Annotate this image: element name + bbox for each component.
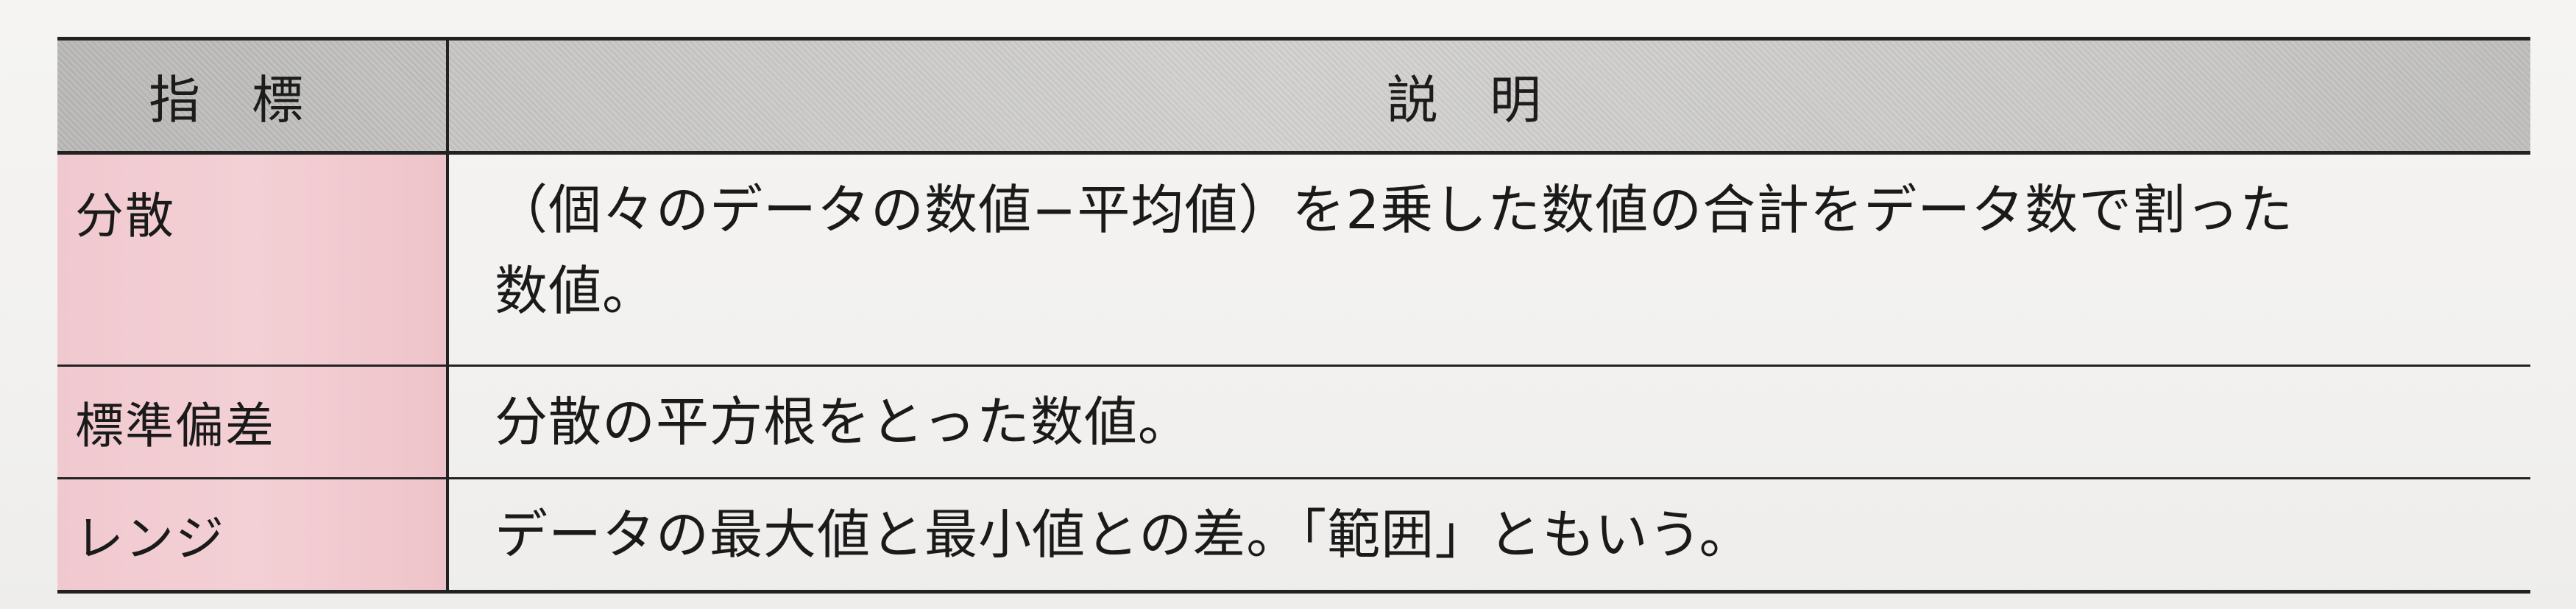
description-range: データの最大値と最小値との差。「範囲」ともいう。 [447,478,2530,594]
table-row: 分散 （個々のデータの数値−平均値）を2乗した数値の合計をデータ数で割った 数値… [57,152,2530,367]
term-standard-deviation: 標準偏差 [57,365,449,479]
description-line: 数値。 [495,260,657,322]
table-row: 標準偏差 分散の平方根をとった数値。 [57,365,2530,479]
table-header-row: 指標 説明 [57,37,2530,155]
table-row: レンジ データの最大値と最小値との差。「範囲」ともいう。 [57,478,2530,594]
description-line: （個々のデータの数値−平均値）を2乗した数値の合計をデータ数で割った [495,179,2294,241]
header-indicator: 指標 [57,37,449,155]
header-description: 説明 [447,37,2530,155]
description-standard-deviation: 分散の平方根をとった数値。 [447,365,2530,479]
term-variance: 分散 [57,152,449,367]
description-variance: （個々のデータの数値−平均値）を2乗した数値の合計をデータ数で割った 数値。 [447,152,2530,367]
document-page: 指標 説明 分散 （個々のデータの数値−平均値）を2乗した数値の合計をデータ数で… [0,0,2576,609]
statistics-table: 指標 説明 分散 （個々のデータの数値−平均値）を2乗した数値の合計をデータ数で… [57,37,2530,594]
term-range: レンジ [57,478,449,594]
